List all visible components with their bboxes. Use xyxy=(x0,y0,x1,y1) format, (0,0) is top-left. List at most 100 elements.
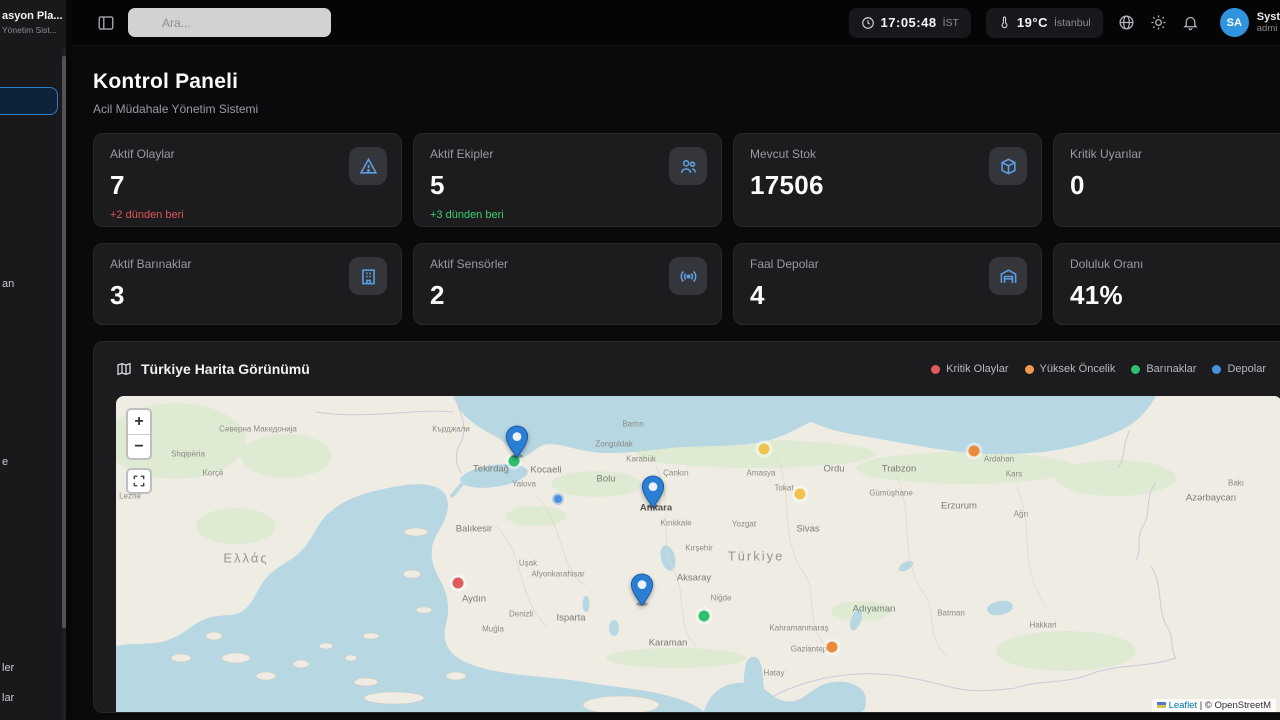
content: Kontrol Paneli Acil Müdahale Yönetim Sis… xyxy=(72,46,1280,720)
avatar[interactable]: SA xyxy=(1220,8,1249,37)
leaflet-link[interactable]: Leaflet xyxy=(1169,700,1198,711)
brand-title: asyon Pla... xyxy=(2,10,62,22)
clock-icon xyxy=(861,16,875,30)
warehouse-icon xyxy=(989,257,1027,295)
theme-sun-icon[interactable] xyxy=(1150,14,1167,31)
map-city-label: Kahramanmaraş xyxy=(769,624,828,633)
legend-dot-icon xyxy=(1131,365,1140,374)
map-city-label: Ardahan xyxy=(984,455,1014,464)
map-dot-marker-yellow[interactable] xyxy=(759,444,770,455)
stat-value: 5 xyxy=(430,170,705,201)
map-dot-marker-yellow[interactable] xyxy=(795,489,806,500)
app-root: asyon Pla... Yönetim Sist... an e ler la… xyxy=(0,0,1280,720)
stat-label: Aktif Ekipler xyxy=(430,147,705,161)
stat-label: Kritik Uyarılar xyxy=(1070,147,1280,161)
map-city-label: Kırıkkale xyxy=(660,519,691,528)
zoom-out-button[interactable]: − xyxy=(128,434,150,458)
stat-label: Mevcut Stok xyxy=(750,147,1025,161)
sidebar-toggle-icon[interactable] xyxy=(97,14,115,32)
map-city-label: Muğla xyxy=(482,625,504,634)
stat-label: Faal Depolar xyxy=(750,257,1025,271)
stat-value: 41% xyxy=(1070,280,1280,311)
sidebar-scrollbar[interactable] xyxy=(62,48,66,720)
stat-card-aktif-barinaklar: Aktif Barınaklar 3 xyxy=(93,243,402,325)
istanbul-pin[interactable] xyxy=(505,425,529,458)
map-legend: Kritik OlaylarYüksek ÖncelikBarınaklarDe… xyxy=(931,363,1266,375)
legend-dot-icon xyxy=(1212,365,1221,374)
sidebar-item-label[interactable]: e xyxy=(2,456,8,468)
stat-label: Aktif Barınaklar xyxy=(110,257,385,271)
map-city-label: Sivas xyxy=(796,524,819,535)
stat-value: 0 xyxy=(1070,170,1280,201)
map-city-label: Uşak xyxy=(519,559,537,568)
map-city-label: Ağrı xyxy=(1014,510,1029,519)
map-city-label: Кърджали xyxy=(432,425,470,434)
stat-trend: +2 dünden beri xyxy=(110,209,385,221)
map-city-label: Isparta xyxy=(556,613,585,624)
map-base-svg xyxy=(116,396,1280,712)
leaflet-flag-icon xyxy=(1157,702,1166,708)
map-city-label: Bolu xyxy=(596,474,615,485)
bell-icon[interactable] xyxy=(1182,14,1199,31)
map-dot-marker-orange[interactable] xyxy=(827,642,838,653)
map-attribution: Leaflet | © OpenStreetM xyxy=(1152,699,1276,712)
ankara-pin[interactable] xyxy=(641,475,665,508)
map-city-label: Aksaray xyxy=(677,573,711,584)
users-icon xyxy=(669,147,707,185)
zoom-in-button[interactable]: + xyxy=(128,410,150,434)
stat-value: 3 xyxy=(110,280,385,311)
map-city-label: Северна Македонија xyxy=(219,425,297,434)
clock-timezone: İST xyxy=(943,17,959,29)
stat-card-kritik-uyarilar: Kritik Uyarılar 0 xyxy=(1053,133,1280,227)
legend-label: Depolar xyxy=(1227,363,1266,375)
globe-icon[interactable] xyxy=(1118,14,1135,31)
map-city-label: Kırşehir xyxy=(685,544,713,553)
stat-card-aktif-sensorler: Aktif Sensörler 2 xyxy=(413,243,722,325)
map-city-label: Afyonkarahisar xyxy=(531,570,584,579)
brand-subtitle: Yönetim Sist... xyxy=(2,25,62,35)
search-input[interactable] xyxy=(128,8,331,37)
thermometer-icon xyxy=(998,16,1011,29)
user-menu[interactable]: SA Syst admi xyxy=(1220,8,1280,37)
legend-dot-icon xyxy=(1025,365,1034,374)
sidebar-scrollbar-thumb[interactable] xyxy=(62,56,66,628)
package-icon xyxy=(989,147,1027,185)
map-city-label: Yalova xyxy=(512,480,536,489)
clock-time: 17:05:48 xyxy=(881,15,937,30)
map-city-label: Shqipëria xyxy=(171,450,205,459)
sidebar-item-active[interactable] xyxy=(0,87,58,115)
stat-label: Aktif Sensörler xyxy=(430,257,705,271)
building-icon xyxy=(349,257,387,295)
map-city-label: Bartın xyxy=(622,420,643,429)
weather-city: İstanbul xyxy=(1054,17,1091,29)
sidebar-item-label[interactable]: an xyxy=(2,278,14,290)
konya-pin[interactable] xyxy=(630,573,654,606)
stat-trend: +3 dünden beri xyxy=(430,209,705,221)
map-city-label: Ordu xyxy=(823,464,844,475)
map-card: Türkiye Harita Görünümü Kritik OlaylarYü… xyxy=(93,341,1280,713)
weather-chip: 19°C İstanbul xyxy=(986,8,1103,38)
map-dot-marker-green[interactable] xyxy=(699,611,710,622)
map-canvas[interactable]: TekirdağKocaeliYalovaBalıkesirZonguldakB… xyxy=(116,396,1280,712)
page-title: Kontrol Paneli xyxy=(93,70,1280,94)
sidebar-item-label[interactable]: lar xyxy=(2,692,14,704)
map-dot-marker-orange[interactable] xyxy=(969,446,980,457)
legend-label: Kritik Olaylar xyxy=(946,363,1008,375)
sidebar-item-label[interactable]: ler xyxy=(2,662,14,674)
stat-card-faal-depolar: Faal Depolar 4 xyxy=(733,243,1042,325)
map-city-label: Yozgat xyxy=(732,520,756,529)
map-city-label: Türkiye xyxy=(728,549,785,564)
map-city-label: Korçë xyxy=(203,469,224,478)
map-city-label: Gümüşhane xyxy=(869,489,913,498)
map-dot-marker-blue[interactable] xyxy=(554,495,562,503)
map-city-label: Aydın xyxy=(462,594,486,605)
map-city-label: Karaman xyxy=(649,638,688,649)
map-city-label: Adıyaman xyxy=(853,604,896,615)
map-city-label: Zonguldak xyxy=(595,440,632,449)
main-area: 17:05:48 İST 19°C İstanbul xyxy=(72,0,1280,720)
map-city-label: Trabzon xyxy=(882,464,917,475)
brand: asyon Pla... Yönetim Sist... xyxy=(0,0,66,35)
fullscreen-button[interactable] xyxy=(126,468,152,494)
map-city-label: Çankırı xyxy=(663,469,689,478)
map-dot-marker-red[interactable] xyxy=(453,578,464,589)
